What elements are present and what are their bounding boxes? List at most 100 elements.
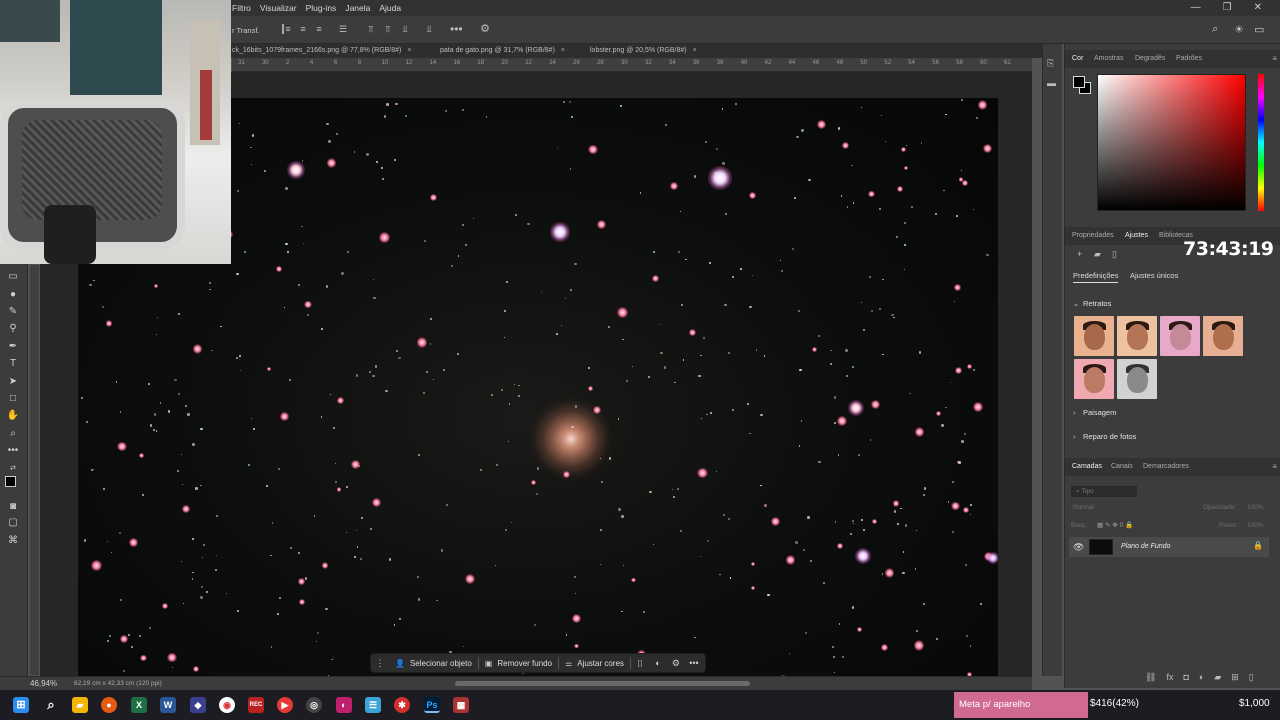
close-tab-icon[interactable]: × (693, 47, 697, 54)
tab-ajustes-unicos[interactable]: Ajustes únicos (1130, 271, 1178, 280)
pen-tool-icon[interactable]: ✒ (6, 340, 20, 354)
windows-start-icon[interactable]: ⊞ (13, 697, 29, 713)
transform-icon[interactable]: ⌷ (631, 658, 649, 669)
new-group-icon[interactable]: ▰ (1214, 672, 1221, 683)
adjust-colors-button[interactable]: ⚌ Ajustar cores (559, 655, 630, 671)
new-layer-icon[interactable]: ⊞ (1231, 672, 1239, 683)
type-tool-icon[interactable]: T (6, 357, 20, 371)
preset-thumbnail[interactable] (1074, 316, 1114, 356)
comments-icon[interactable]: ▬ (1047, 78, 1056, 88)
tab-padroes[interactable]: Padrões (1176, 55, 1202, 62)
preset-thumbnail[interactable] (1160, 316, 1200, 356)
more-options-icon[interactable]: ••• (450, 23, 463, 35)
tab-degrades[interactable]: Degradês (1135, 55, 1165, 62)
foreground-color-swatch[interactable] (5, 476, 16, 487)
section-retratos[interactable]: ⌄ Retratos (1073, 299, 1111, 308)
add-mask-icon[interactable]: ◘ (1183, 672, 1188, 683)
lock-icons[interactable]: ▦ ✎ ✥ ⌷ 🔒 (1097, 521, 1133, 530)
path-selection-tool-icon[interactable]: ➤ (6, 375, 20, 389)
blend-mode-select[interactable]: Normal (1073, 504, 1094, 511)
workspace-icon[interactable]: ▭ (1254, 23, 1264, 36)
color-picker-field[interactable] (1097, 74, 1246, 211)
minimize-button[interactable]: — (1191, 2, 1201, 13)
discover-icon[interactable]: ☀ (1234, 23, 1244, 36)
file-explorer-icon[interactable]: ▰ (72, 697, 88, 713)
layer-filter-input[interactable]: ⌕ Tipo (1071, 486, 1137, 497)
healing-tool-icon[interactable]: ✎ (6, 305, 20, 319)
preset-thumbnail[interactable] (1117, 359, 1157, 399)
align-middle-icon[interactable]: ⫪ (383, 24, 393, 34)
firefox-icon[interactable]: ● (101, 697, 117, 713)
hand-tool-icon[interactable]: ✋ (6, 409, 20, 423)
rectangle-tool-icon[interactable]: □ (6, 392, 20, 406)
frame-tool-icon[interactable]: ⌘ (6, 534, 20, 548)
word-icon[interactable]: W (160, 697, 176, 713)
fill-value[interactable]: 100% (1247, 522, 1264, 529)
app-red-icon[interactable]: ✱ (394, 697, 410, 713)
delete-layer-icon[interactable]: ▯ (1249, 672, 1254, 683)
tab-demarcadores[interactable]: Demarcadores (1143, 463, 1189, 470)
align-center-icon[interactable]: ≡ (298, 24, 308, 34)
quick-mask-icon[interactable]: ◙ (6, 500, 20, 514)
marquee-tool-icon[interactable]: ▭ (6, 270, 20, 284)
close-tab-icon[interactable]: × (561, 47, 565, 54)
panel-menu-icon[interactable]: ≡ (1272, 462, 1277, 471)
remove-background-button[interactable]: ▣ Remover fundo (479, 655, 558, 671)
close-tab-icon[interactable]: × (407, 47, 411, 54)
adjustment-circle-icon[interactable]: ◐ (649, 658, 667, 668)
media-player-icon[interactable]: ▶ (277, 697, 293, 713)
close-window-button[interactable]: ✕ (1254, 2, 1262, 13)
add-icon[interactable]: + (1077, 249, 1082, 259)
dodge-tool-icon[interactable]: ⚲ (6, 322, 20, 336)
fx-icon[interactable]: fx (1166, 672, 1173, 683)
photoshop-icon[interactable]: Ps (424, 697, 440, 713)
horizontal-scrollbar[interactable] (455, 681, 750, 686)
visibility-eye-icon[interactable]: 👁 (1073, 542, 1084, 553)
align-top-icon[interactable]: ⫪ (366, 24, 376, 34)
section-reparo-de-fotos[interactable]: › Reparo de fotos (1073, 432, 1136, 441)
transform-label[interactable]: r Transf. (232, 26, 260, 35)
paint-bucket-tool-icon[interactable]: ● (6, 288, 20, 302)
tab-ajustes[interactable]: Ajustes (1125, 232, 1148, 239)
more-tools-icon[interactable]: ••• (6, 444, 20, 458)
foreground-color-swatch[interactable] (1073, 76, 1085, 88)
preset-thumbnail[interactable] (1117, 316, 1157, 356)
settings-gear-icon[interactable]: ⚙ (480, 24, 490, 35)
tab-predefinicoes[interactable]: Predefinições (1073, 271, 1119, 283)
tab-cor[interactable]: Cor (1072, 55, 1083, 62)
tab-canais[interactable]: Canais (1111, 463, 1133, 470)
align-left-icon[interactable]: ≡ (282, 24, 292, 34)
obs-alert-icon[interactable]: REC (248, 697, 264, 713)
swap-colors-icon[interactable]: ⇄ (6, 462, 20, 476)
menu-ajuda[interactable]: Ajuda (379, 3, 401, 13)
zoom-level[interactable]: 46,94% (30, 679, 57, 688)
trash-icon[interactable]: ▯ (1112, 249, 1117, 260)
distribute-icon[interactable]: ☰ (338, 24, 348, 34)
menu-visualizar[interactable]: Visualizar (260, 3, 297, 13)
excel-icon[interactable]: X (131, 697, 147, 713)
distribute-vertical-icon[interactable]: ⫫ (424, 24, 434, 34)
opacity-value[interactable]: 100% (1247, 504, 1264, 511)
maximize-button[interactable]: ❐ (1223, 2, 1232, 13)
menu-filtro[interactable]: Filtro (232, 3, 251, 13)
tab-document-1[interactable]: ck_16bits_1079frames_2166s.png @ 77,8% (… (232, 44, 411, 58)
adjustment-layer-icon[interactable]: ◐ (1199, 672, 1204, 683)
zoom-tool-icon[interactable]: ⌕ (6, 427, 20, 441)
adjust-sliders-icon[interactable]: ⚙ (667, 658, 685, 669)
obs-icon[interactable]: ◎ (306, 697, 322, 713)
app-game-icon[interactable]: ▦ (453, 697, 469, 713)
panel-menu-icon[interactable]: ≡ (1272, 54, 1277, 63)
link-layers-icon[interactable]: ⛓ (1145, 672, 1156, 683)
tab-document-2[interactable]: pata de gato.png @ 31,7% (RGB/8#) × (440, 44, 565, 58)
drag-handle-icon[interactable]: ⋮ (371, 658, 389, 669)
chrome-icon[interactable]: ◉ (219, 697, 235, 713)
notepad-icon[interactable]: ☰ (365, 697, 381, 713)
menu-plugins[interactable]: Plug-ins (306, 3, 337, 13)
section-paisagem[interactable]: › Paisagem (1073, 408, 1116, 417)
hue-slider[interactable] (1258, 74, 1264, 211)
tab-amostras[interactable]: Amostras (1094, 55, 1124, 62)
more-icon[interactable]: ••• (685, 658, 703, 668)
preset-thumbnail[interactable] (1203, 316, 1243, 356)
search-icon[interactable]: ⌕ (43, 697, 59, 713)
menu-janela[interactable]: Janela (345, 3, 370, 13)
